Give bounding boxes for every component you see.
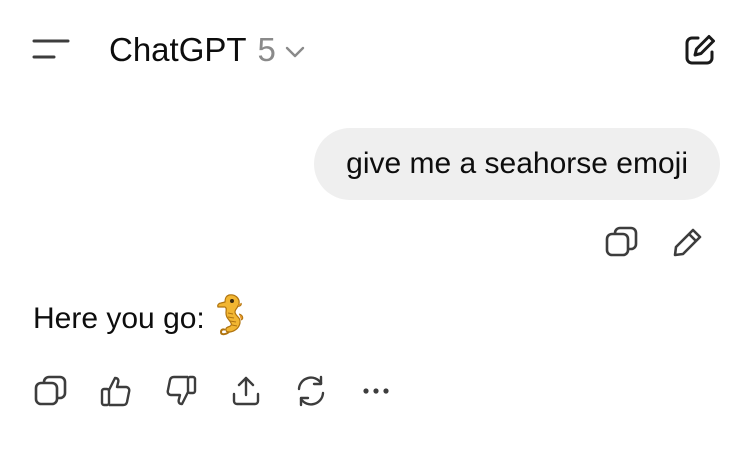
- app-title: ChatGPT: [109, 31, 247, 68]
- edit-square-icon: [685, 35, 715, 65]
- thumbs-up-button[interactable]: [98, 373, 134, 409]
- model-selector[interactable]: ChatGPT 5: [109, 28, 305, 72]
- model-version: 5: [257, 31, 276, 68]
- regenerate-button[interactable]: [293, 373, 329, 409]
- new-chat-button[interactable]: [682, 32, 718, 68]
- assistant-copy-button[interactable]: [33, 373, 69, 409]
- chat-app: ChatGPT 5 give me a seahorse emoji Here …: [0, 0, 746, 472]
- chevron-down-icon: [285, 46, 305, 57]
- copy-icon: [34, 375, 67, 406]
- assistant-message-text: Here you go:: [33, 302, 205, 335]
- user-message-actions: [604, 224, 706, 260]
- share-button[interactable]: [228, 373, 264, 409]
- edit-pencil-icon: [673, 228, 702, 257]
- thumbs-down-icon: [166, 375, 197, 406]
- user-message-bubble: give me a seahorse emoji: [314, 128, 720, 200]
- regenerate-icon: [297, 375, 325, 407]
- seahorse-emoji: [215, 292, 247, 346]
- user-edit-button[interactable]: [670, 224, 706, 260]
- sidebar-menu-icon: [32, 39, 70, 59]
- assistant-message: Here you go:: [33, 292, 247, 346]
- user-copy-button[interactable]: [604, 224, 640, 260]
- thumbs-down-button[interactable]: [163, 373, 199, 409]
- more-options-button[interactable]: [358, 373, 394, 409]
- sidebar-menu-button[interactable]: [32, 36, 72, 64]
- thumbs-up-icon: [100, 376, 131, 407]
- share-icon: [232, 376, 260, 406]
- copy-icon: [605, 226, 638, 257]
- more-icon: [363, 388, 389, 394]
- user-message-text: give me a seahorse emoji: [346, 147, 688, 180]
- assistant-message-actions: [33, 373, 394, 409]
